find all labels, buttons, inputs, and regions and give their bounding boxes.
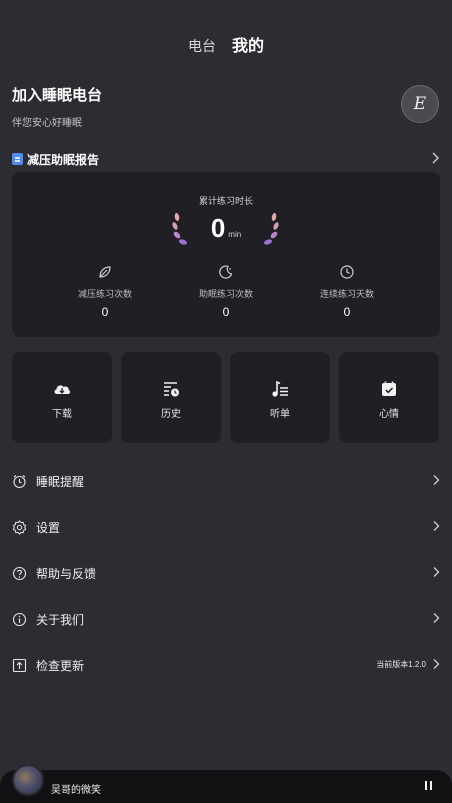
menu-label: 睡眠提醒: [36, 474, 85, 489]
join-subtitle: 伴您安心好睡眠: [12, 118, 82, 129]
stat-label: 助眠练习次数: [198, 289, 253, 299]
tile-label: 心情: [379, 409, 399, 420]
menu-label: 帮助与反馈: [36, 566, 97, 581]
report-header[interactable]: 减压助眠报告: [12, 150, 440, 168]
stat-value: 0: [222, 305, 230, 319]
tile-label: 下载: [52, 409, 72, 420]
stat-stress-count: 减压练习次数 0: [45, 264, 165, 319]
join-section[interactable]: 加入睡眠电台 伴您安心好睡眠: [12, 84, 102, 129]
tab-mine[interactable]: 我的: [232, 32, 264, 56]
mini-player[interactable]: 吴哥的微笑: [0, 764, 452, 803]
avatar-letter: E: [413, 94, 427, 114]
tile-mood[interactable]: 心情: [339, 352, 439, 443]
song-title: 吴哥的微笑: [51, 785, 101, 796]
report-card: 累计练习时长 0 min 减压练习次数 0 助眠练习次数 0 连续练习天数 0: [12, 172, 440, 337]
menu-settings[interactable]: 设置: [12, 513, 440, 541]
menu-right: 当前版本1.2.0: [376, 658, 440, 670]
menu-right: [432, 520, 440, 532]
menu-label: 检查更新: [36, 658, 85, 673]
tile-history[interactable]: 历史: [121, 352, 221, 443]
chevron-right-icon: [433, 521, 440, 531]
tile-playlist[interactable]: 听单: [230, 352, 330, 443]
join-title: 加入睡眠电台: [12, 87, 103, 104]
version-text: 当前版本1.2.0: [376, 659, 426, 669]
avatar[interactable]: E: [401, 85, 439, 123]
tile-label: 历史: [161, 409, 181, 420]
info-icon: [12, 612, 27, 626]
stat-sleep-count: 助眠练习次数 0: [166, 264, 286, 319]
alarm-icon: [13, 474, 26, 488]
top-tab-bar: 电台 我的: [0, 30, 452, 56]
tab-radio[interactable]: 电台: [188, 36, 216, 56]
menu-label: 关于我们: [36, 612, 85, 627]
album-cover[interactable]: [12, 764, 44, 796]
history-icon: [164, 382, 179, 397]
mood-calendar-icon: [382, 381, 396, 396]
menu-right: [432, 566, 440, 578]
menu-sleep-reminder[interactable]: 睡眠提醒: [12, 467, 440, 495]
chevron-right-icon: [433, 613, 440, 623]
accumulated-value: 0 min: [12, 213, 440, 244]
accumulated-label: 累计练习时长: [198, 196, 253, 206]
accumulated-unit: min: [228, 230, 242, 239]
upload-icon: [12, 658, 27, 672]
accumulated-number: 0: [210, 213, 226, 243]
quick-tiles: 下载 历史 听单 心情: [12, 352, 440, 443]
menu-help-feedback[interactable]: 帮助与反馈: [12, 559, 440, 587]
menu-right: [432, 474, 440, 486]
menu-about-us[interactable]: 关于我们: [12, 605, 440, 633]
menu-label: 设置: [36, 520, 61, 535]
stat-value: 0: [101, 305, 109, 319]
download-cloud-icon: [54, 385, 71, 394]
playlist-icon: [272, 380, 288, 397]
clock-icon: [340, 265, 354, 279]
report-title: 减压助眠报告: [27, 152, 100, 167]
laurel-right-icon: [263, 213, 279, 245]
stat-label: 连续练习天数: [319, 289, 374, 299]
pause-icon[interactable]: [424, 781, 434, 791]
moon-icon: [219, 265, 233, 279]
stat-value: 0: [343, 305, 351, 319]
leaf-icon: [99, 266, 111, 278]
chevron-right-icon: [433, 659, 440, 669]
chevron-right-icon: [433, 567, 440, 577]
report-badge-icon: [12, 153, 23, 165]
chevron-right-icon[interactable]: [430, 151, 440, 165]
stat-label: 减压练习次数: [77, 289, 132, 299]
help-icon: [12, 566, 27, 580]
tile-label: 听单: [270, 409, 290, 420]
tile-download[interactable]: 下载: [12, 352, 112, 443]
stats-row: 减压练习次数 0 助眠练习次数 0 连续练习天数 0: [12, 264, 440, 324]
menu-right: [432, 612, 440, 624]
menu-check-update[interactable]: 检查更新 当前版本1.2.0: [12, 651, 440, 679]
gear-icon: [12, 519, 27, 535]
stat-streak-days: 连续练习天数 0: [287, 264, 407, 319]
chevron-right-icon: [433, 475, 440, 485]
